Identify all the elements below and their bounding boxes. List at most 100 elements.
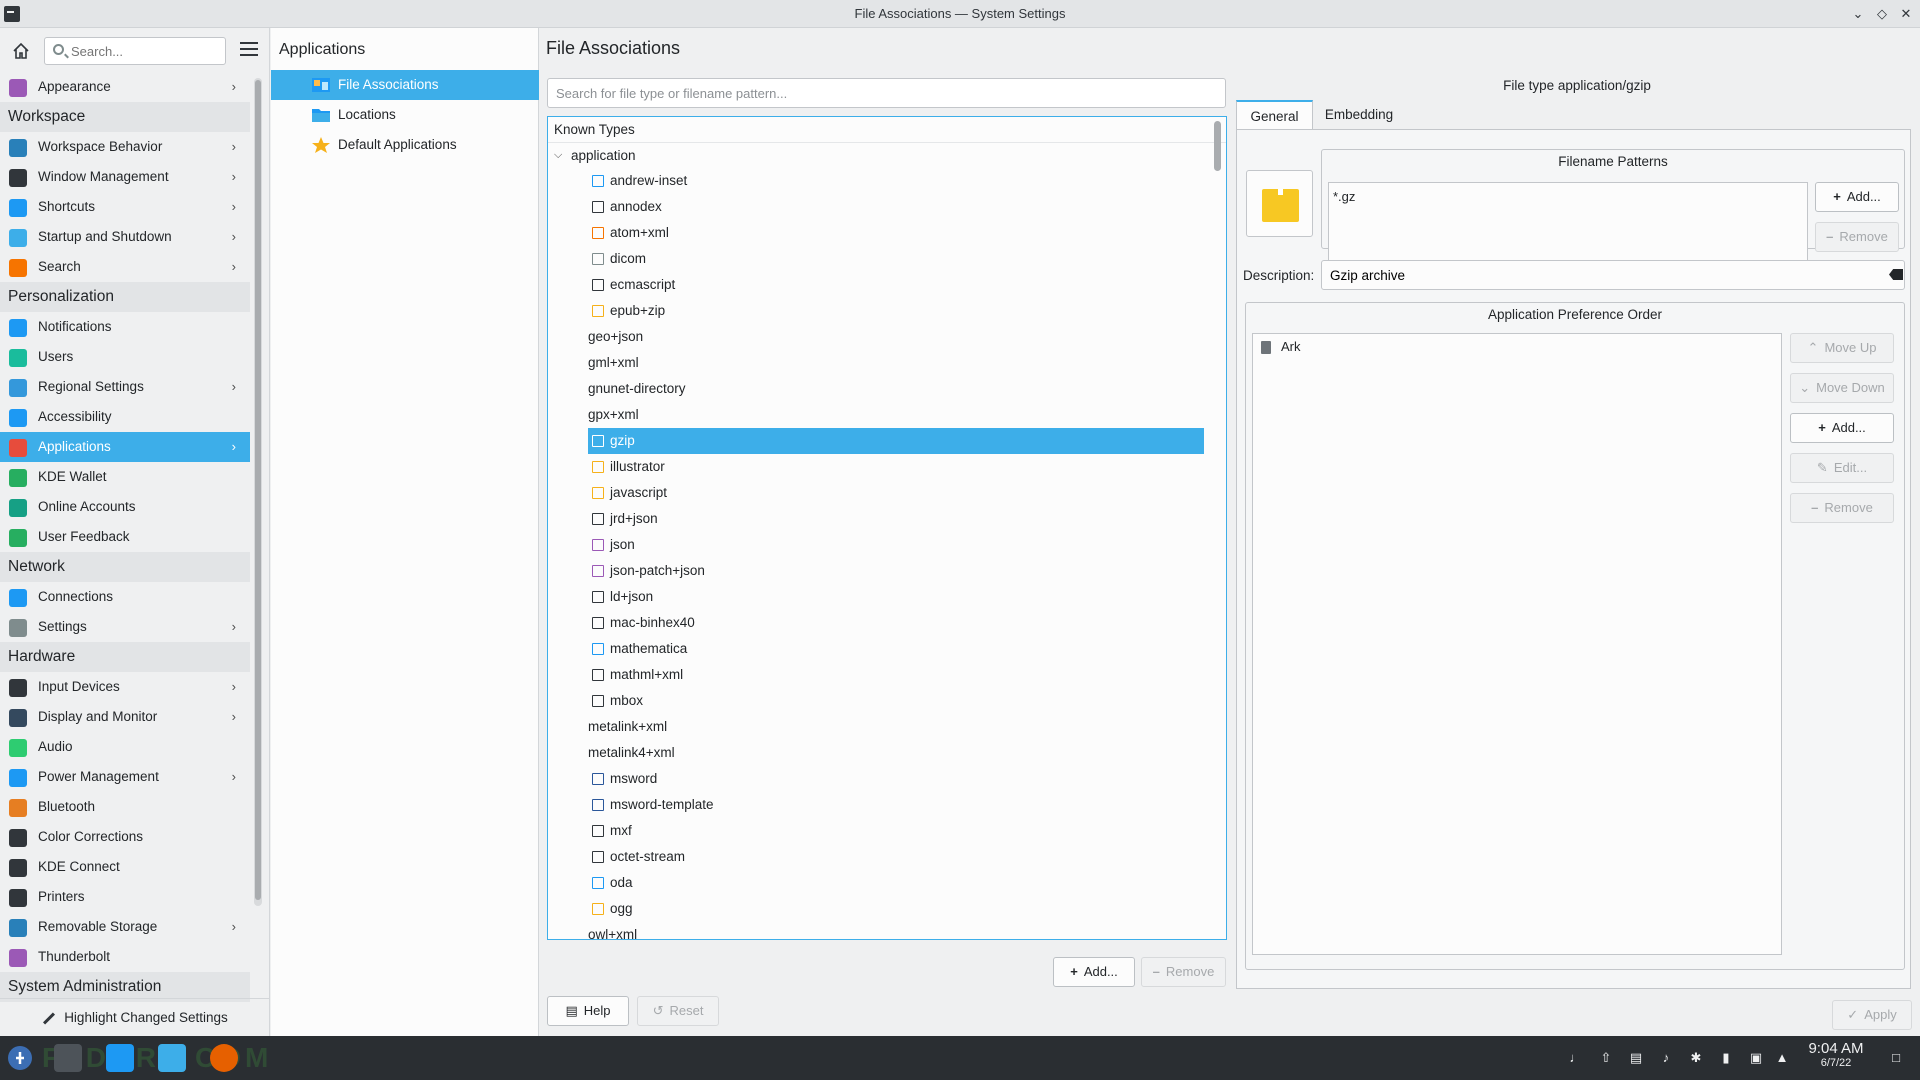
tree-item-illustrator[interactable]: illustrator <box>548 454 1204 480</box>
updates-tray-icon[interactable]: ⇧ <box>1598 1050 1614 1066</box>
battery-tray-icon[interactable]: ▮ <box>1718 1050 1734 1066</box>
filename-patterns-list[interactable]: *.gz <box>1328 182 1808 268</box>
tree-item-geo-json[interactable]: geo+json <box>548 324 1204 350</box>
show-desktop-icon[interactable]: □ <box>1888 1050 1904 1066</box>
apply-button[interactable]: ✓ Apply <box>1832 1000 1912 1030</box>
hamburger-menu-icon[interactable] <box>240 42 258 58</box>
tree-item-gml-xml[interactable]: gml+xml <box>548 350 1204 376</box>
dolphin-task-icon[interactable] <box>158 1044 186 1072</box>
tree-item-msword-template[interactable]: msword-template <box>548 792 1204 818</box>
sidebar-item-kde-wallet[interactable]: KDE Wallet <box>0 462 250 492</box>
move-up-button[interactable]: ⌃ Move Up <box>1790 333 1894 363</box>
sidebar-item-color-corrections[interactable]: Color Corrections <box>0 822 250 852</box>
sidebar-item-regional-settings[interactable]: Regional Settings › <box>0 372 250 402</box>
tree-item-json-patch-json[interactable]: json-patch+json <box>548 558 1204 584</box>
tree-item-andrew-inset[interactable]: andrew-inset <box>548 168 1204 194</box>
sidebar-item-appearance[interactable]: Appearance › <box>0 72 250 102</box>
tree-item-mathematica[interactable]: mathematica <box>548 636 1204 662</box>
description-input[interactable] <box>1321 260 1905 290</box>
sidebar-item-applications[interactable]: Applications › <box>0 432 250 462</box>
sidebar-item-printers[interactable]: Printers <box>0 882 250 912</box>
home-button[interactable] <box>8 38 34 64</box>
volume-tray-icon[interactable]: ♪ <box>1658 1050 1674 1066</box>
tree-item-metalink4-xml[interactable]: metalink4+xml <box>548 740 1204 766</box>
tree-item-ld-json[interactable]: ld+json <box>548 584 1204 610</box>
remove-pattern-button[interactable]: – Remove <box>1815 222 1899 252</box>
tree-item-epub-zip[interactable]: epub+zip <box>548 298 1204 324</box>
network-tray-icon[interactable]: ▣ <box>1748 1050 1764 1066</box>
sidebar-item-users[interactable]: Users <box>0 342 250 372</box>
pattern-item[interactable]: *.gz <box>1329 183 1807 210</box>
sidebar-item-thunderbolt[interactable]: Thunderbolt <box>0 942 250 972</box>
notifications-tray-icon[interactable]: ♩ <box>1568 1050 1584 1066</box>
minimize-icon[interactable]: ⌄ <box>1848 4 1868 24</box>
sidebar-item-kde-connect[interactable]: KDE Connect <box>0 852 250 882</box>
highlight-changed-settings-button[interactable]: Highlight Changed Settings <box>0 998 270 1036</box>
close-icon[interactable]: ✕ <box>1896 4 1916 24</box>
collapse-chevron-icon[interactable]: ⌵ <box>554 143 562 168</box>
tree-item-json[interactable]: json <box>548 532 1204 558</box>
sidebar-item-power-management[interactable]: Power Management › <box>0 762 250 792</box>
application-list[interactable]: Ark <box>1252 333 1782 955</box>
tree-item-owl-xml[interactable]: owl+xml <box>548 922 1204 939</box>
maximize-icon[interactable]: ◇ <box>1872 4 1892 24</box>
sidebar-item-user-feedback[interactable]: User Feedback <box>0 522 250 552</box>
tree-scrollbar[interactable] <box>1213 121 1222 933</box>
tray-expand-icon[interactable]: ▲ <box>1774 1050 1790 1066</box>
add-pattern-button[interactable]: + Add... <box>1815 182 1899 212</box>
add-application-button[interactable]: + Add... <box>1790 413 1894 443</box>
file-type-icon-button[interactable] <box>1246 170 1313 237</box>
sidebar-search-input[interactable] <box>71 42 221 60</box>
add-type-button[interactable]: + Add... <box>1053 957 1135 987</box>
sidebar-item-audio[interactable]: Audio <box>0 732 250 762</box>
tree-item-octet-stream[interactable]: octet-stream <box>548 844 1204 870</box>
tree-item-mbox[interactable]: mbox <box>548 688 1204 714</box>
tree-item-gnunet-directory[interactable]: gnunet-directory <box>548 376 1204 402</box>
file-type-search-input[interactable] <box>547 78 1226 108</box>
tree-item-dicom[interactable]: dicom <box>548 246 1204 272</box>
tree-item-msword[interactable]: msword <box>548 766 1204 792</box>
sidebar-item-notifications[interactable]: Notifications <box>0 312 250 342</box>
tree-item-javascript[interactable]: javascript <box>548 480 1204 506</box>
tree-item-gpx-xml[interactable]: gpx+xml <box>548 402 1204 428</box>
system-settings-task-icon[interactable] <box>54 1044 82 1072</box>
tree-item-jrd-json[interactable]: jrd+json <box>548 506 1204 532</box>
application-launcher-icon[interactable] <box>6 1044 34 1072</box>
sidebar-item-input-devices[interactable]: Input Devices › <box>0 672 250 702</box>
tree-item-metalink-xml[interactable]: metalink+xml <box>548 714 1204 740</box>
tree-item-atom-xml[interactable]: atom+xml <box>548 220 1204 246</box>
tree-item-mxf[interactable]: mxf <box>548 818 1204 844</box>
subpanel-item-locations[interactable]: Locations <box>271 100 539 130</box>
sidebar-item-window-management[interactable]: Window Management › <box>0 162 250 192</box>
firefox-task-icon[interactable] <box>210 1044 238 1072</box>
sidebar-item-connections[interactable]: Connections <box>0 582 250 612</box>
clock[interactable]: 9:04 AM 6/7/22 <box>1796 1040 1876 1069</box>
tree-root-item[interactable]: ⌵ application <box>548 143 1226 168</box>
tree-item-ogg[interactable]: ogg <box>548 896 1204 922</box>
bluetooth-tray-icon[interactable]: ✱ <box>1688 1050 1704 1066</box>
edit-application-button[interactable]: ✎ Edit... <box>1790 453 1894 483</box>
sidebar-item-workspace-behavior[interactable]: Workspace Behavior › <box>0 132 250 162</box>
discover-task-icon[interactable] <box>106 1044 134 1072</box>
remove-application-button[interactable]: – Remove <box>1790 493 1894 523</box>
subpanel-item-default-applications[interactable]: Default Applications <box>271 130 539 160</box>
application-item-ark[interactable]: Ark <box>1253 334 1781 358</box>
clipboard-tray-icon[interactable]: ▤ <box>1628 1050 1644 1066</box>
tree-item-ecmascript[interactable]: ecmascript <box>548 272 1204 298</box>
tree-item-oda[interactable]: oda <box>548 870 1204 896</box>
sidebar-scrollbar[interactable] <box>254 78 262 906</box>
tab-general[interactable]: General <box>1236 100 1313 130</box>
help-button[interactable]: ▤ Help <box>547 996 629 1026</box>
sidebar-item-display-and-monitor[interactable]: Display and Monitor › <box>0 702 250 732</box>
sidebar-item-removable-storage[interactable]: Removable Storage › <box>0 912 250 942</box>
sidebar-item-bluetooth[interactable]: Bluetooth <box>0 792 250 822</box>
tree-item-mathml-xml[interactable]: mathml+xml <box>548 662 1204 688</box>
remove-type-button[interactable]: – Remove <box>1141 957 1226 987</box>
tree-item-gzip[interactable]: gzip <box>588 428 1204 454</box>
move-down-button[interactable]: ⌄ Move Down <box>1790 373 1894 403</box>
sidebar-item-search[interactable]: Search › <box>0 252 250 282</box>
subpanel-item-file-associations[interactable]: File Associations <box>271 70 539 100</box>
reset-button[interactable]: ↺ Reset <box>637 996 719 1026</box>
sidebar-search[interactable] <box>44 37 226 65</box>
tree-item-annodex[interactable]: annodex <box>548 194 1204 220</box>
